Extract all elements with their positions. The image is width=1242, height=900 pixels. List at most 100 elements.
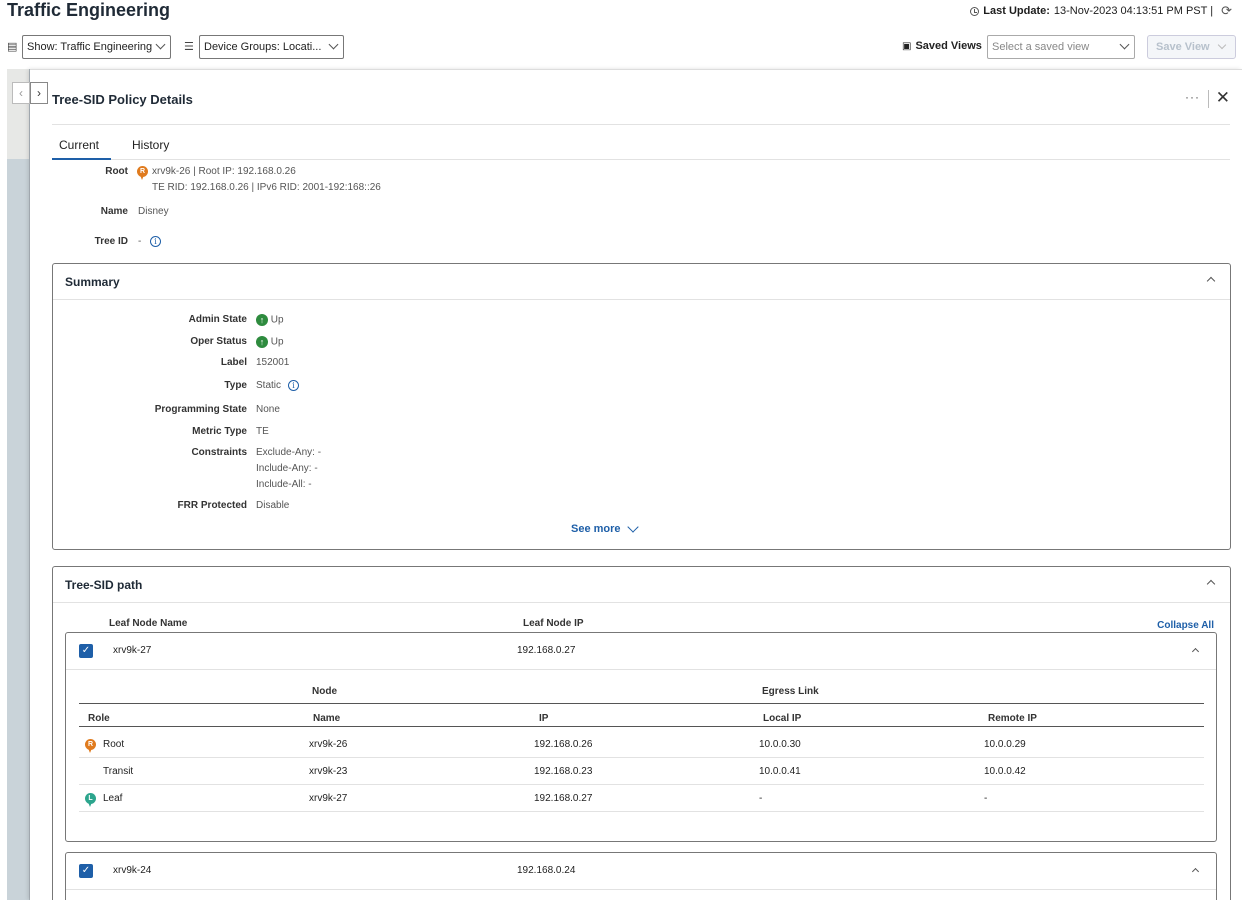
arrow-up-icon: ↑ bbox=[256, 314, 268, 326]
chevron-right-icon[interactable]: › bbox=[30, 82, 48, 104]
summary-header[interactable]: Summary bbox=[53, 264, 1230, 300]
chevron-up-icon[interactable] bbox=[1191, 647, 1200, 656]
type-label: Type bbox=[224, 380, 247, 391]
summary-title: Summary bbox=[65, 275, 120, 289]
constraint-include-any: Include-Any: - bbox=[256, 463, 318, 474]
save-view-button[interactable]: Save View bbox=[1147, 35, 1236, 59]
root-marker-icon: R bbox=[85, 739, 96, 753]
tab-history[interactable]: History bbox=[132, 138, 169, 160]
clock-icon bbox=[970, 6, 980, 16]
show-select[interactable]: Show: Traffic Engineering bbox=[22, 35, 171, 59]
leaf-checkbox[interactable]: ✓ bbox=[79, 644, 93, 658]
summary-card: Summary Admin State ↑ Up Oper Status ↑ U… bbox=[52, 263, 1231, 550]
details-panel: Tree-SID Policy Details ··· ✕ Current Hi… bbox=[30, 69, 1242, 900]
table-group-divider bbox=[79, 703, 1204, 704]
chevron-down-icon bbox=[1217, 40, 1227, 50]
last-update: Last Update: 13-Nov-2023 04:13:51 PM PST… bbox=[970, 3, 1232, 19]
root-marker: R bbox=[85, 737, 96, 753]
list-icon: ☰ bbox=[184, 41, 194, 53]
programming-state-value: None bbox=[256, 404, 280, 415]
panel-toggle: ‹ › bbox=[12, 82, 48, 104]
tab-bar: Current History bbox=[52, 138, 1230, 160]
chevron-up-icon[interactable] bbox=[1206, 579, 1216, 589]
chevron-down-icon bbox=[1119, 39, 1130, 50]
more-icon[interactable]: ··· bbox=[1185, 90, 1200, 104]
chevron-down-icon bbox=[626, 520, 639, 533]
leaf-card: ✓ xrv9k-24 192.168.0.24 bbox=[65, 852, 1217, 900]
row-local-ip: - bbox=[759, 793, 763, 804]
group-egress-link: Egress Link bbox=[762, 686, 819, 697]
admin-state-text: Up bbox=[270, 314, 284, 326]
chevron-up-icon[interactable] bbox=[1206, 276, 1216, 286]
leaf-name: xrv9k-24 bbox=[113, 865, 152, 876]
filter-row: ▤ Show: Traffic Engineering ☰ Device Gro… bbox=[0, 35, 1242, 61]
row-ip: 192.168.0.26 bbox=[534, 739, 593, 750]
root-line1: xrv9k-26 | Root IP: 192.168.0.26 bbox=[152, 166, 296, 177]
row-name: xrv9k-26 bbox=[309, 739, 348, 750]
page-title: Traffic Engineering bbox=[7, 0, 171, 20]
chevron-left-icon[interactable]: ‹ bbox=[12, 82, 30, 104]
row-name: xrv9k-27 bbox=[309, 793, 348, 804]
show-select-value: Show: Traffic Engineering bbox=[27, 41, 153, 53]
see-more-button[interactable]: See more bbox=[571, 520, 639, 535]
leaf-card: ✓ xrv9k-27 192.168.0.27 Node Egress Link… bbox=[65, 632, 1217, 842]
view-icon: ▤ bbox=[7, 41, 18, 53]
row-remote-ip: - bbox=[984, 793, 988, 804]
frr-value: Disable bbox=[256, 500, 290, 511]
leaf-checkbox[interactable]: ✓ bbox=[79, 864, 93, 878]
name-label: Name bbox=[100, 206, 128, 217]
path-header[interactable]: Tree-SID path bbox=[53, 567, 1230, 603]
row-role: Root bbox=[103, 739, 125, 750]
root-marker-icon: R bbox=[137, 166, 148, 180]
saved-views-icon: ▣ bbox=[902, 40, 912, 52]
th-local-ip: Local IP bbox=[763, 713, 802, 724]
close-icon[interactable]: ✕ bbox=[1216, 88, 1230, 108]
th-ip: IP bbox=[539, 713, 549, 724]
info-icon[interactable]: i bbox=[150, 236, 161, 247]
info-icon[interactable]: i bbox=[288, 380, 299, 391]
top-bar: Traffic Engineering Last Update: 13-Nov-… bbox=[0, 0, 1242, 70]
root-label: Root bbox=[105, 166, 128, 177]
group-node: Node bbox=[312, 686, 337, 697]
oper-status-label: Oper Status bbox=[190, 336, 247, 347]
label-label: Label bbox=[220, 357, 247, 368]
saved-view-select[interactable]: Select a saved view bbox=[987, 35, 1135, 59]
map-strip[interactable] bbox=[7, 69, 30, 900]
table-row: Transit xrv9k-23 192.168.0.23 10.0.0.41 … bbox=[79, 758, 1204, 785]
admin-state-value: ↑ Up bbox=[256, 314, 284, 326]
tree-id-info[interactable]: i bbox=[150, 236, 161, 247]
metric-type-value: TE bbox=[256, 426, 269, 437]
leaf-header[interactable]: ✓ xrv9k-27 192.168.0.27 bbox=[66, 633, 1216, 670]
leaf-marker-icon: L bbox=[85, 793, 96, 807]
device-groups-select[interactable]: Device Groups: Locati... bbox=[199, 35, 344, 59]
chevron-down-icon bbox=[328, 39, 339, 50]
root-line2: TE RID: 192.168.0.26 | IPv6 RID: 2001-19… bbox=[152, 182, 381, 193]
admin-state-label: Admin State bbox=[188, 314, 247, 325]
name-value: Disney bbox=[138, 206, 169, 217]
divider bbox=[52, 124, 1230, 125]
constraint-exclude-any: Exclude-Any: - bbox=[256, 447, 322, 458]
col-leaf-node-name: Leaf Node Name bbox=[109, 618, 188, 629]
frr-label: FRR Protected bbox=[177, 500, 247, 511]
collapse-all-link[interactable]: Collapse All bbox=[1157, 620, 1214, 631]
tab-current[interactable]: Current bbox=[52, 138, 111, 160]
panel-title: Tree-SID Policy Details bbox=[52, 92, 193, 107]
last-update-label: Last Update: bbox=[983, 5, 1050, 17]
chevron-up-icon[interactable] bbox=[1191, 867, 1200, 876]
refresh-icon[interactable]: ⟳ bbox=[1221, 3, 1232, 19]
row-role: Leaf bbox=[103, 793, 123, 804]
row-ip: 192.168.0.27 bbox=[534, 793, 593, 804]
leaf-header[interactable]: ✓ xrv9k-24 192.168.0.24 bbox=[66, 853, 1216, 890]
metric-type-label: Metric Type bbox=[192, 426, 247, 437]
leaf-marker: L bbox=[85, 791, 96, 807]
oper-status-value: ↑ Up bbox=[256, 336, 284, 348]
arrow-up-icon: ↑ bbox=[256, 336, 268, 348]
divider bbox=[1208, 90, 1209, 108]
type-info[interactable]: i bbox=[288, 380, 299, 391]
col-leaf-node-ip: Leaf Node IP bbox=[523, 618, 584, 629]
label-value: 152001 bbox=[256, 357, 290, 368]
oper-status-text: Up bbox=[270, 336, 284, 348]
th-role: Role bbox=[88, 713, 110, 724]
tree-id-label: Tree ID bbox=[94, 236, 128, 247]
tree-id-value: - bbox=[138, 236, 142, 247]
